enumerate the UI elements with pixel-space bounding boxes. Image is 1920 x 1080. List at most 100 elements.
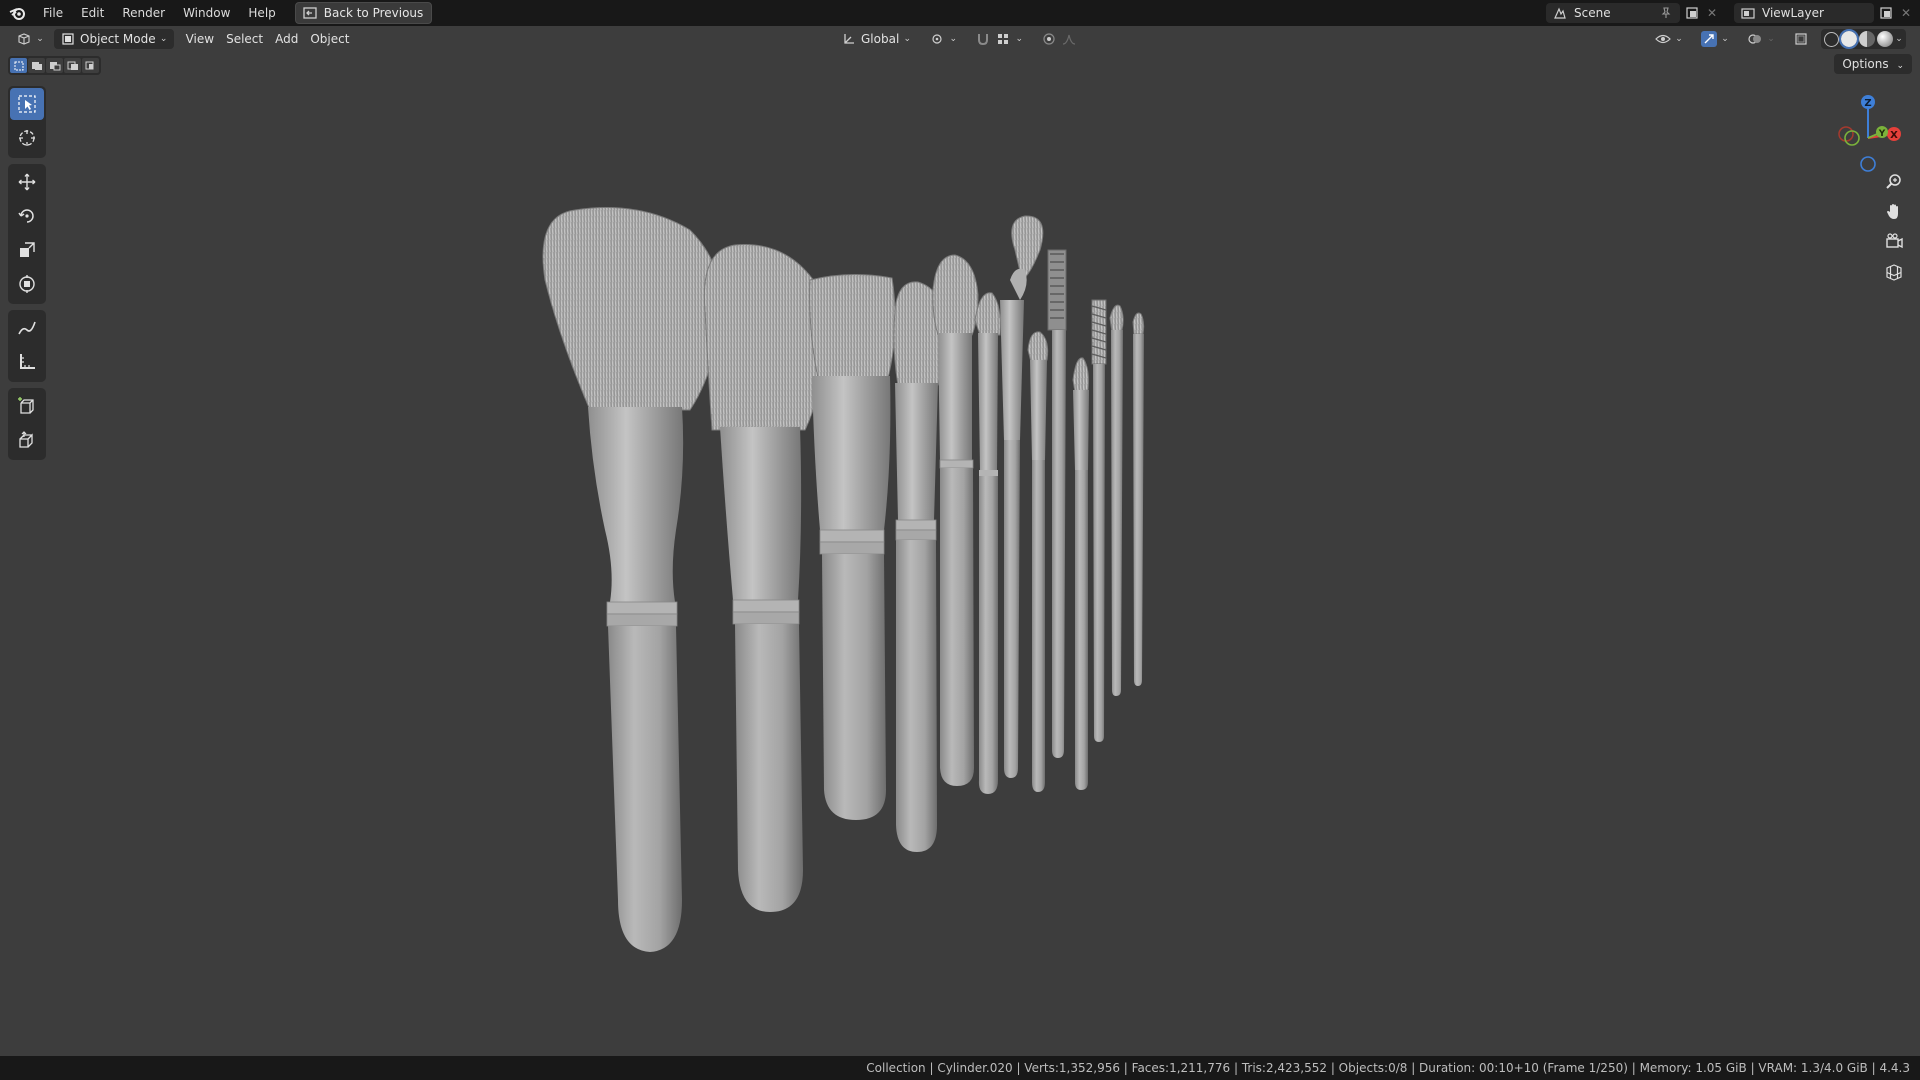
chevron-down-icon: ⌄ <box>1896 61 1904 71</box>
brush-13[interactable] <box>1132 312 1145 686</box>
shading-mode-group: ⌄ <box>1821 29 1906 49</box>
camera-view-icon[interactable] <box>1880 228 1908 256</box>
annotate-tool-icon[interactable] <box>10 312 44 344</box>
transform-tool-icon[interactable] <box>10 268 44 300</box>
select-subtract-icon[interactable] <box>46 58 63 73</box>
menu-help[interactable]: Help <box>239 2 284 24</box>
brush-11-spoolie[interactable] <box>1091 299 1107 742</box>
scene-selector[interactable]: Scene <box>1546 3 1680 23</box>
rendered-shading-icon[interactable] <box>1877 31 1893 47</box>
tool-group-select <box>8 86 46 158</box>
scale-tool-icon[interactable] <box>10 234 44 266</box>
chevron-down-icon: ⌄ <box>1675 34 1683 44</box>
tool-group-transform <box>8 164 46 304</box>
brush-10[interactable] <box>1072 357 1089 790</box>
menu-select[interactable]: Select <box>220 29 269 49</box>
gizmo-toggle[interactable]: ⌄ <box>1695 29 1735 49</box>
select-new-icon[interactable] <box>10 58 27 73</box>
zoom-icon[interactable] <box>1880 168 1908 196</box>
tool-shelf <box>8 86 46 466</box>
3d-viewport[interactable]: ⌄ Object Mode ⌄ View Select Add Object G… <box>0 26 1920 1056</box>
gizmo-y-label: Y <box>1878 129 1886 139</box>
blender-logo-icon[interactable] <box>8 3 28 23</box>
chevron-down-icon: ⌄ <box>903 34 912 44</box>
menu-view[interactable]: View <box>180 29 220 49</box>
chevron-down-icon: ⌄ <box>159 34 168 44</box>
wireframe-shading-icon[interactable] <box>1824 31 1839 47</box>
pivot-point-selector[interactable]: ⌄ <box>923 29 963 49</box>
scene-statistics: Collection | Cylinder.020 | Verts:1,352,… <box>866 1061 1910 1075</box>
viewlayer-selector[interactable]: ViewLayer <box>1734 3 1874 23</box>
proportional-editing-toggle[interactable] <box>1035 29 1083 49</box>
transform-orientation-label: Global <box>861 32 900 46</box>
viewport-scene <box>542 207 1145 953</box>
rotate-tool-icon[interactable] <box>10 200 44 232</box>
mode-selector[interactable]: Object Mode ⌄ <box>54 29 174 49</box>
new-viewlayer-icon[interactable] <box>1878 5 1894 21</box>
menu-render[interactable]: Render <box>113 2 174 24</box>
options-label: Options <box>1842 57 1889 71</box>
menu-file[interactable]: File <box>34 2 72 24</box>
xray-icon <box>1793 31 1809 47</box>
brush-12[interactable] <box>1109 304 1124 696</box>
extrude-tool-icon[interactable] <box>10 424 44 456</box>
tool-group-add <box>8 388 46 460</box>
pan-hand-icon[interactable] <box>1880 198 1908 226</box>
options-dropdown[interactable]: Options ⌄ <box>1834 54 1912 74</box>
back-to-previous-button[interactable]: Back to Previous <box>294 2 433 24</box>
select-intersect-icon[interactable] <box>82 58 99 73</box>
brush-3[interactable] <box>809 273 896 820</box>
solid-shading-icon[interactable] <box>1839 29 1859 49</box>
select-invert-icon[interactable] <box>64 58 81 73</box>
select-extend-icon[interactable] <box>28 58 45 73</box>
brush-8[interactable] <box>1027 331 1049 792</box>
transform-orientation-selector[interactable]: Global ⌄ <box>835 29 917 49</box>
object-mode-icon <box>60 31 76 47</box>
cursor-tool-icon[interactable] <box>10 122 44 154</box>
select-box-tool-icon[interactable] <box>10 88 44 120</box>
visibility-selector[interactable]: ⌄ <box>1649 29 1689 49</box>
proportional-icon <box>1041 31 1057 47</box>
brush-5[interactable] <box>932 254 979 786</box>
brush-1[interactable] <box>542 207 723 953</box>
back-screen-icon <box>302 5 318 21</box>
new-scene-icon[interactable] <box>1684 5 1700 21</box>
orthographic-grid-icon[interactable] <box>1880 258 1908 286</box>
chevron-down-icon: ⌄ <box>36 34 44 44</box>
menu-edit[interactable]: Edit <box>72 2 113 24</box>
viewlayer-icon <box>1740 5 1756 21</box>
chevron-down-icon: ⌄ <box>949 34 958 44</box>
brush-2[interactable] <box>703 244 831 912</box>
overlays-toggle[interactable]: ⌄ <box>1741 29 1781 49</box>
viewlayer-name: ViewLayer <box>1762 6 1824 20</box>
move-tool-icon[interactable] <box>10 166 44 198</box>
gizmo-icon <box>1701 31 1717 47</box>
snap-grid-icon <box>995 31 1011 47</box>
pin-icon[interactable] <box>1658 5 1674 21</box>
xray-toggle[interactable] <box>1787 29 1815 49</box>
chevron-down-icon: ⌄ <box>1721 34 1729 44</box>
top-right-area: Scene ✕ ViewLayer ✕ <box>1546 0 1920 26</box>
snap-toggle[interactable]: ⌄ <box>969 29 1029 49</box>
chevron-down-icon[interactable]: ⌄ <box>1895 31 1903 47</box>
menu-add[interactable]: Add <box>269 29 304 49</box>
magnet-icon <box>975 31 991 47</box>
brush-6[interactable] <box>974 292 1001 794</box>
eye-icon <box>1655 31 1671 47</box>
3d-viewport-icon <box>16 31 32 47</box>
viewport-header: ⌄ Object Mode ⌄ View Select Add Object G… <box>0 26 1920 52</box>
delete-viewlayer-icon[interactable]: ✕ <box>1898 5 1914 21</box>
add-cube-tool-icon[interactable] <box>10 390 44 422</box>
material-shading-icon[interactable] <box>1859 31 1875 47</box>
scene-icon <box>1552 5 1568 21</box>
brush-9-comb[interactable] <box>1047 249 1067 758</box>
editor-type-selector[interactable]: ⌄ <box>10 29 50 49</box>
header-center-tools: Global ⌄ ⌄ ⌄ <box>835 29 1083 49</box>
measure-tool-icon[interactable] <box>10 346 44 378</box>
status-bar: Collection | Cylinder.020 | Verts:1,352,… <box>0 1056 1920 1080</box>
overlays-icon <box>1747 31 1763 47</box>
menu-object[interactable]: Object <box>304 29 355 49</box>
brush-4[interactable] <box>893 281 946 852</box>
delete-scene-icon[interactable]: ✕ <box>1704 5 1720 21</box>
menu-window[interactable]: Window <box>174 2 239 24</box>
